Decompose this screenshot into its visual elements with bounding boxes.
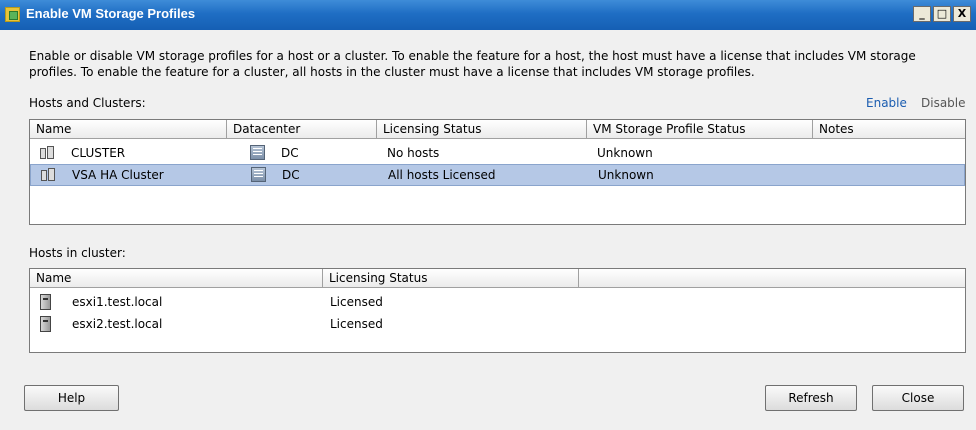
column-header-datacenter[interactable]: Datacenter [227, 120, 377, 138]
table-row[interactable]: CLUSTER DC No hosts Unknown [30, 142, 965, 164]
refresh-button[interactable]: Refresh [765, 385, 857, 411]
cell-name: VSA HA Cluster [72, 168, 164, 182]
table-row-selected[interactable]: VSA HA Cluster DC All hosts Licensed Unk… [30, 164, 965, 186]
table-header: Name Datacenter Licensing Status VM Stor… [30, 120, 965, 139]
column-header-name[interactable]: Name [30, 269, 323, 287]
cell-vm-storage-profile-status: Unknown [597, 146, 653, 160]
minimize-button[interactable]: _ [913, 6, 931, 22]
hosts-in-cluster-label: Hosts in cluster: [29, 246, 126, 260]
table-header: Name Licensing Status [30, 269, 965, 288]
table-row[interactable]: esxi1.test.local Licensed [30, 291, 965, 313]
column-header-notes[interactable]: Notes [813, 120, 967, 138]
cell-name: esxi2.test.local [72, 317, 163, 331]
hosts-and-clusters-table[interactable]: Name Datacenter Licensing Status VM Stor… [29, 119, 966, 225]
window-title: Enable VM Storage Profiles [26, 6, 196, 21]
cell-name: CLUSTER [71, 146, 126, 160]
help-button[interactable]: Help [24, 385, 119, 411]
hosts-in-cluster-table[interactable]: Name Licensing Status esxi1.test.local L… [29, 268, 966, 353]
cell-datacenter: DC [281, 146, 299, 160]
cluster-icon [41, 168, 56, 182]
close-window-button[interactable]: X [953, 6, 971, 22]
cell-name: esxi1.test.local [72, 295, 163, 309]
cell-licensing-status: Licensed [330, 295, 383, 309]
cell-vm-storage-profile-status: Unknown [598, 168, 654, 182]
description-text: Enable or disable VM storage profiles fo… [29, 49, 916, 79]
datacenter-icon [250, 145, 265, 160]
column-header-licensing-status[interactable]: Licensing Status [377, 120, 587, 138]
maximize-button[interactable]: □ [933, 6, 951, 22]
cell-licensing-status: No hosts [387, 146, 440, 160]
close-button[interactable]: Close [872, 385, 964, 411]
title-bar[interactable]: Enable VM Storage Profiles _ □ X [0, 0, 976, 30]
storage-profile-icon [5, 7, 20, 22]
enable-link[interactable]: Enable [866, 96, 907, 110]
datacenter-icon [251, 167, 266, 182]
column-header-vm-storage-profile-status[interactable]: VM Storage Profile Status [587, 120, 813, 138]
host-icon [40, 294, 51, 310]
cell-licensing-status: Licensed [330, 317, 383, 331]
column-header-blank[interactable] [579, 269, 967, 287]
table-row[interactable]: esxi2.test.local Licensed [30, 313, 965, 335]
column-header-name[interactable]: Name [30, 120, 227, 138]
window-controls: _ □ X [913, 6, 971, 22]
column-header-licensing-status[interactable]: Licensing Status [323, 269, 579, 287]
cluster-icon [40, 146, 55, 160]
host-icon [40, 316, 51, 332]
cell-licensing-status: All hosts Licensed [388, 168, 496, 182]
cell-datacenter: DC [282, 168, 300, 182]
disable-link[interactable]: Disable [921, 96, 966, 110]
hosts-and-clusters-label: Hosts and Clusters: [29, 96, 146, 110]
